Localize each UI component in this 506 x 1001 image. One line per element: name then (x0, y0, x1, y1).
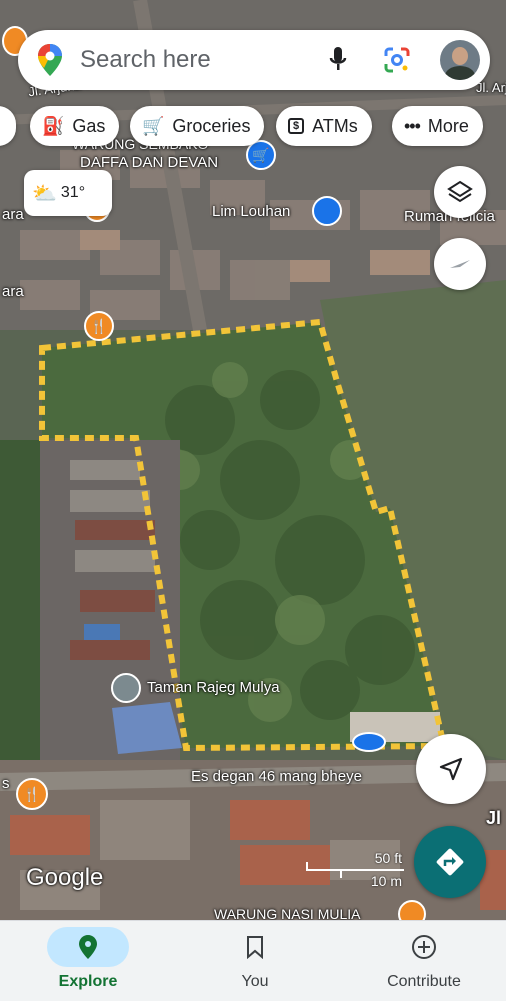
google-logo: Google (26, 864, 104, 891)
atm-icon: $ (288, 118, 305, 134)
map-label-jl-bottom: Jl (486, 808, 502, 828)
directions-button[interactable] (414, 826, 486, 898)
chip-label: Gas (72, 115, 106, 136)
restaurant-marker-icon[interactable]: 🍴 (84, 311, 114, 341)
map-label-jl-arjuna-right: Jl. Arju (476, 80, 506, 95)
microphone-icon[interactable] (328, 46, 348, 74)
weather-temp: 31° (60, 184, 86, 201)
chip-groceries[interactable]: 🛒 Groceries (130, 106, 265, 146)
user-avatar[interactable] (440, 40, 480, 80)
restaurant-marker-icon[interactable]: 🍴 (16, 778, 48, 810)
bookmark-icon (247, 936, 263, 959)
current-location-heading-icon (352, 732, 386, 752)
navigation-arrow-icon (439, 757, 463, 781)
chip-atms[interactable]: $ ATMs (276, 106, 372, 146)
chip-more[interactable]: ••• More (392, 106, 483, 146)
map-scale: 50 ft 10 m (306, 850, 406, 890)
map-label-ara-top: ara (2, 206, 24, 223)
nav-label: You (241, 973, 269, 990)
landmark-marker-icon[interactable] (111, 673, 141, 703)
chip-gas[interactable]: ⛽ Gas (30, 106, 120, 146)
chip-label: ATMs (312, 115, 358, 136)
map-label-taman-rajeg-mulya: Taman Rajeg Mulya (147, 679, 280, 696)
nav-contribute[interactable]: Contribute (362, 921, 486, 1001)
compass-button[interactable] (434, 238, 486, 290)
more-dots-icon: ••• (404, 115, 421, 136)
directions-icon (436, 848, 464, 876)
nav-you[interactable]: You (200, 921, 310, 1001)
map-label-s-left: s (2, 775, 10, 792)
scale-m: 10 m (370, 873, 402, 889)
search-bar[interactable]: Search here (18, 30, 490, 90)
lens-camera-icon[interactable] (384, 47, 410, 73)
chip-label: More (427, 115, 469, 136)
scale-ft: 50 ft (374, 850, 402, 866)
map-label-daffa: DAFFA DAN DEVAN (80, 154, 219, 171)
nav-explore[interactable]: Explore (28, 921, 148, 1001)
cart-icon: 🛒 (142, 115, 165, 136)
map-label-es-degan: Es degan 46 mang bheye (191, 768, 362, 785)
nav-explore-active-pill (47, 927, 129, 967)
map-label-ara-mid: ara (2, 283, 24, 300)
gas-station-icon: ⛽ (42, 115, 65, 136)
shopping-bag-marker-icon[interactable] (312, 196, 342, 226)
maps-pin-logo-icon (38, 44, 62, 76)
layers-button[interactable] (434, 166, 486, 218)
bottom-navigation: Explore You Contribute (0, 920, 506, 1001)
partly-cloudy-icon: ⛅ (32, 182, 57, 205)
layers-icon (447, 180, 473, 203)
my-location-button[interactable] (416, 734, 486, 804)
nav-label: Contribute (387, 973, 461, 990)
plus-circle-icon (412, 935, 436, 959)
weather-badge[interactable]: ⛅ 31° (24, 170, 112, 216)
nav-label: Explore (58, 973, 118, 990)
map-label-lim-louhan: Lim Louhan (212, 203, 291, 220)
chip-label: Groceries (172, 115, 251, 136)
location-pin-icon (79, 935, 97, 959)
compass-icon (450, 260, 470, 268)
search-input[interactable]: Search here (80, 46, 211, 74)
